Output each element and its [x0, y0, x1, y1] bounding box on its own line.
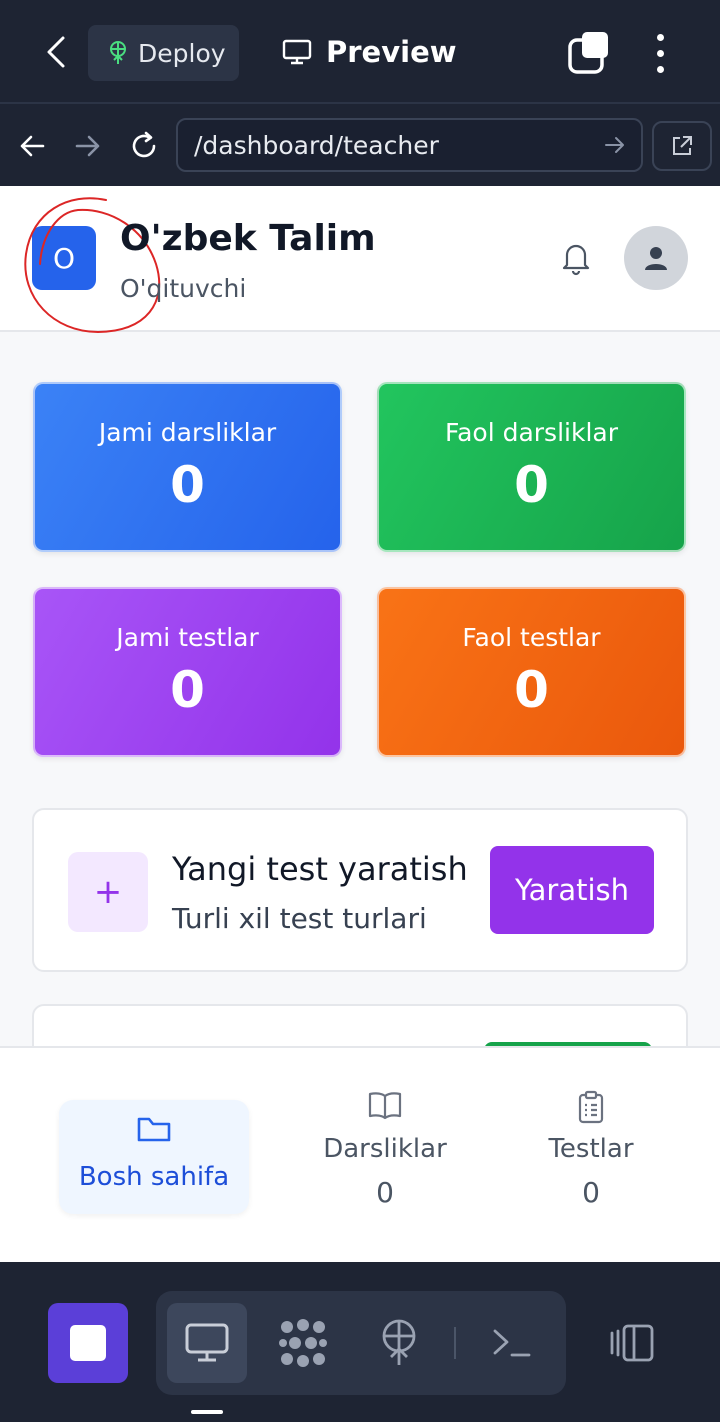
- back-button[interactable]: [36, 30, 76, 74]
- preview-tab[interactable]: Preview: [282, 30, 457, 74]
- side-panel-button[interactable]: [600, 1303, 664, 1383]
- toolbar-group: [156, 1291, 566, 1395]
- arrow-left-icon: [20, 135, 45, 157]
- stat-label: Faol testlar: [462, 623, 601, 652]
- stat-value: 0: [514, 661, 549, 719]
- reload-button[interactable]: [124, 126, 164, 166]
- deploy-button[interactable]: Deploy: [88, 25, 239, 81]
- dot-icon: [656, 49, 664, 57]
- square-icon: [70, 1325, 106, 1361]
- stat-card-jami-testlar[interactable]: Jami testlar 0: [33, 587, 342, 757]
- app-viewport: O O'zbek Talim O'qituvchi Jami darslikla…: [0, 186, 720, 1262]
- tabs-icon: [568, 32, 608, 74]
- external-link-icon: [673, 136, 692, 155]
- stat-value: 0: [514, 456, 549, 514]
- dot-icon: [656, 33, 664, 41]
- stat-value: 0: [170, 456, 205, 514]
- preview-mode-button[interactable]: [167, 1303, 247, 1383]
- create-test-card: + Yangi test yaratish Turli xil test tur…: [32, 808, 688, 972]
- create-test-title: Yangi test yaratish: [172, 850, 468, 888]
- url-bar: /dashboard/teacher: [0, 106, 720, 186]
- tabs-button[interactable]: [566, 30, 612, 76]
- stat-label: Jami darsliklar: [98, 418, 277, 447]
- top-bar: Deploy Preview: [0, 0, 720, 104]
- deploy-toolbar-button[interactable]: [359, 1303, 439, 1383]
- deploy-icon: [110, 41, 126, 64]
- app-subtitle: O'qituvchi: [120, 274, 247, 303]
- user-icon: [645, 247, 667, 270]
- stat-value: 0: [170, 661, 205, 719]
- deploy-icon: [382, 1319, 416, 1365]
- browser-back-button[interactable]: [12, 126, 52, 166]
- create-button[interactable]: Yaratish: [490, 846, 654, 934]
- url-input[interactable]: /dashboard/teacher: [176, 118, 643, 172]
- red-circle-annotation: [24, 197, 161, 334]
- stat-card-faol-testlar[interactable]: Faol testlar 0: [377, 587, 686, 757]
- reload-icon: [132, 131, 156, 158]
- stat-label: Jami testlar: [116, 623, 259, 652]
- nav-count: 0: [582, 1176, 600, 1209]
- book-icon: [368, 1092, 402, 1120]
- dot-icon: [656, 65, 664, 73]
- nav-label: Bosh sahifa: [78, 1162, 230, 1192]
- nav-count: 0: [376, 1176, 394, 1209]
- nav-item-darsliklar[interactable]: Darsliklar 0: [290, 1092, 480, 1214]
- arrow-right-icon: [75, 135, 100, 157]
- console-button[interactable]: [472, 1303, 552, 1383]
- monitor-icon: [282, 39, 312, 65]
- open-external-button[interactable]: [652, 121, 712, 171]
- preview-label: Preview: [326, 35, 457, 69]
- app-switch-button[interactable]: [48, 1303, 128, 1383]
- nav-label: Testlar: [548, 1134, 634, 1164]
- nav-label: Darsliklar: [323, 1134, 447, 1164]
- monitor-icon: [185, 1323, 229, 1362]
- notifications-button[interactable]: [556, 238, 596, 278]
- avatar[interactable]: [624, 226, 688, 290]
- bottom-toolbar: [0, 1262, 720, 1422]
- agents-button[interactable]: [263, 1303, 343, 1383]
- url-text: /dashboard/teacher: [194, 130, 439, 160]
- panel-icon: [610, 1324, 654, 1362]
- browser-forward-button[interactable]: [68, 126, 108, 166]
- stat-card-jami-darsliklar[interactable]: Jami darsliklar 0: [33, 382, 342, 552]
- clipboard-icon: [578, 1090, 604, 1124]
- create-test-subtitle: Turli xil test turlari: [172, 902, 427, 935]
- stat-label: Faol darsliklar: [445, 418, 618, 447]
- network-icon: [279, 1319, 327, 1367]
- nav-item-bosh-sahifa[interactable]: Bosh sahifa: [59, 1100, 249, 1214]
- toolbar-divider: [454, 1327, 456, 1359]
- app-bottom-nav: Bosh sahifa Darsliklar 0 Testlar 0: [0, 1046, 720, 1262]
- folder-icon: [137, 1117, 171, 1142]
- stat-card-faol-darsliklar[interactable]: Faol darsliklar 0: [377, 382, 686, 552]
- deploy-label: Deploy: [138, 38, 226, 68]
- terminal-icon: [493, 1329, 531, 1357]
- plus-icon: +: [68, 852, 148, 932]
- app-title: O'zbek Talim: [120, 218, 376, 259]
- home-indicator: [191, 1410, 223, 1414]
- bell-icon: [562, 244, 590, 276]
- app-header: O O'zbek Talim O'qituvchi: [0, 186, 720, 334]
- more-menu-button[interactable]: [640, 30, 680, 76]
- nav-item-testlar[interactable]: Testlar 0: [496, 1090, 686, 1214]
- go-arrow-icon[interactable]: [603, 133, 627, 157]
- chevron-left-icon: [47, 36, 65, 68]
